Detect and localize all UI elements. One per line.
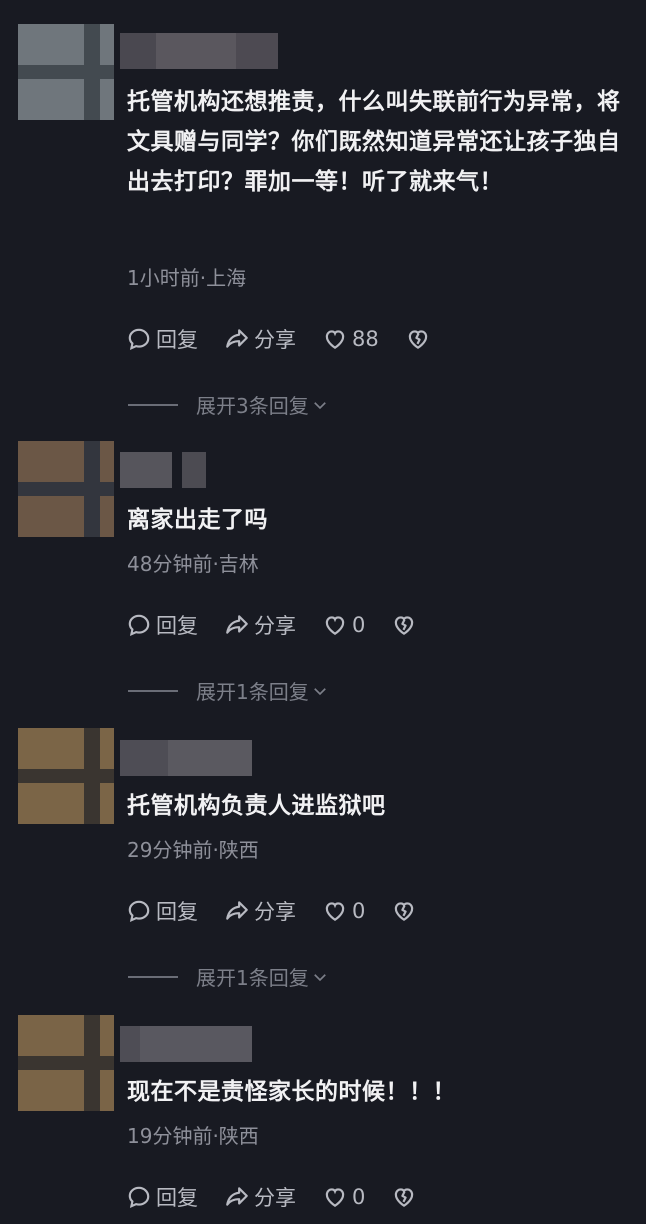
expand-replies-label: 展开1条回复 bbox=[196, 966, 309, 990]
heart-icon bbox=[325, 330, 345, 349]
speech-bubble-icon bbox=[128, 614, 150, 637]
like-button[interactable]: 0 bbox=[322, 612, 365, 638]
broken-heart-icon bbox=[395, 902, 414, 921]
share-label: 分享 bbox=[254, 614, 296, 638]
comment-meta: 19分钟前·陕西 bbox=[127, 1124, 259, 1148]
comment-text: 托管机构还想推责，什么叫失联前行为异常，将文具赠与同学？你们既然知道异常还让孩子… bbox=[127, 89, 621, 195]
broken-heart-icon bbox=[408, 330, 427, 349]
share-arrow-icon bbox=[226, 615, 248, 634]
like-button[interactable]: 0 bbox=[322, 898, 365, 924]
chevron-down-icon bbox=[313, 973, 326, 981]
share-arrow-icon bbox=[226, 901, 248, 920]
reply-button[interactable]: 回复 bbox=[126, 1182, 198, 1212]
expand-replies-label: 展开1条回复 bbox=[196, 680, 309, 704]
dislike-button[interactable] bbox=[405, 326, 431, 352]
broken-heart-icon bbox=[395, 1188, 414, 1207]
like-button[interactable]: 88 bbox=[322, 326, 379, 352]
heart-icon bbox=[325, 1188, 345, 1207]
share-button[interactable]: 分享 bbox=[224, 896, 296, 926]
comment-text: 现在不是责怪家长的时候！！！ bbox=[127, 1079, 456, 1105]
reply-label: 回复 bbox=[156, 614, 198, 638]
username-blurred[interactable] bbox=[120, 1026, 252, 1062]
chevron-down-icon bbox=[313, 401, 326, 409]
reply-button[interactable]: 回复 bbox=[126, 610, 198, 640]
comment-meta: 48分钟前·吉林 bbox=[127, 552, 259, 576]
divider-line bbox=[128, 689, 178, 692]
expand-replies[interactable]: 展开1条回复 bbox=[128, 962, 329, 991]
username-blurred[interactable] bbox=[120, 33, 278, 69]
reply-button[interactable]: 回复 bbox=[126, 896, 198, 926]
expand-replies-label: 展开3条回复 bbox=[196, 394, 309, 418]
comment-list: 托管机构还想推责，什么叫失联前行为异常，将文具赠与同学？你们既然知道异常还让孩子… bbox=[0, 0, 646, 1224]
reply-label: 回复 bbox=[156, 1186, 198, 1210]
chevron-down-icon bbox=[313, 687, 326, 695]
comment-actions: 回复 分享 88 bbox=[126, 322, 457, 356]
divider-line bbox=[128, 975, 178, 978]
dislike-button[interactable] bbox=[391, 612, 417, 638]
comment-actions: 回复 分享 0 bbox=[126, 1180, 443, 1214]
avatar[interactable] bbox=[18, 1015, 114, 1111]
reply-label: 回复 bbox=[156, 900, 198, 924]
dislike-button[interactable] bbox=[391, 898, 417, 924]
avatar[interactable] bbox=[18, 24, 114, 120]
comment-actions: 回复 分享 0 bbox=[126, 608, 443, 642]
speech-bubble-icon bbox=[128, 1186, 150, 1209]
expand-replies[interactable]: 展开1条回复 bbox=[128, 676, 329, 705]
avatar[interactable] bbox=[18, 441, 114, 537]
reply-label: 回复 bbox=[156, 328, 198, 352]
username-blurred[interactable] bbox=[120, 740, 252, 776]
share-label: 分享 bbox=[254, 900, 296, 924]
divider-line bbox=[128, 403, 178, 406]
share-button[interactable]: 分享 bbox=[224, 1182, 296, 1212]
comment-meta: 29分钟前·陕西 bbox=[127, 838, 259, 862]
reply-button[interactable]: 回复 bbox=[126, 324, 198, 354]
share-label: 分享 bbox=[254, 1186, 296, 1210]
like-count: 0 bbox=[352, 613, 366, 637]
broken-heart-icon bbox=[395, 616, 414, 635]
comment-text: 离家出走了吗 bbox=[127, 507, 268, 533]
share-label: 分享 bbox=[254, 328, 296, 352]
like-count: 0 bbox=[352, 899, 366, 923]
share-button[interactable]: 分享 bbox=[224, 610, 296, 640]
like-count: 0 bbox=[352, 1185, 366, 1209]
speech-bubble-icon bbox=[128, 900, 150, 923]
comment-text: 托管机构负责人进监狱吧 bbox=[127, 793, 386, 819]
dislike-button[interactable] bbox=[391, 1184, 417, 1210]
heart-icon bbox=[325, 616, 345, 635]
avatar[interactable] bbox=[18, 728, 114, 824]
share-arrow-icon bbox=[226, 1187, 248, 1206]
share-button[interactable]: 分享 bbox=[224, 324, 296, 354]
heart-icon bbox=[325, 902, 345, 921]
username-blurred[interactable] bbox=[120, 452, 208, 488]
like-button[interactable]: 0 bbox=[322, 1184, 365, 1210]
expand-replies[interactable]: 展开3条回复 bbox=[128, 390, 329, 419]
comment-actions: 回复 分享 0 bbox=[126, 894, 443, 928]
speech-bubble-icon bbox=[128, 328, 150, 351]
comment-meta: 1小时前·上海 bbox=[127, 266, 247, 290]
like-count: 88 bbox=[352, 327, 379, 351]
share-arrow-icon bbox=[226, 329, 248, 348]
